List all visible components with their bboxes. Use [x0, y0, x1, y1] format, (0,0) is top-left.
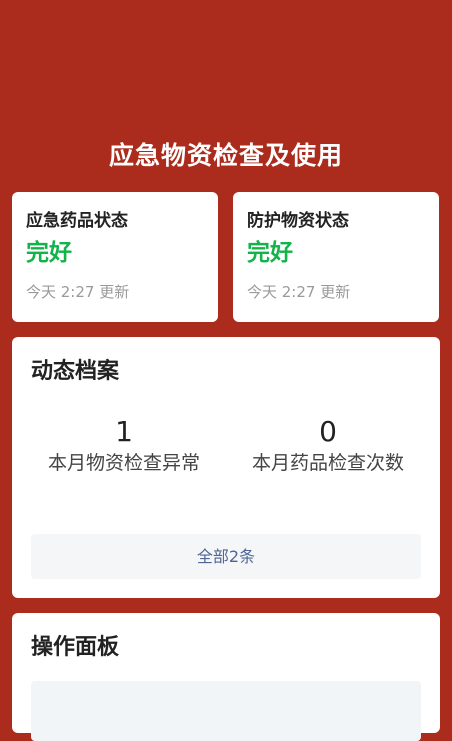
records-title: 动态档案: [31, 359, 120, 384]
medicine-status-title: 应急药品状态: [26, 211, 128, 231]
medicine-status-value: 完好: [26, 240, 72, 266]
page-title: 应急物资检查及使用: [108, 141, 343, 170]
medicine-check-stat[interactable]: 0 本月药品检查次数: [243, 415, 413, 475]
protective-status-title: 防护物资状态: [247, 211, 349, 231]
medicine-check-label: 本月药品检查次数: [251, 452, 404, 474]
dynamic-records-card: 动态档案 1 本月物资检查异常 0 本月药品检查次数 全部2条: [12, 337, 440, 598]
operation-panel-card: 操作面板: [12, 613, 440, 741]
protective-status-card[interactable]: 防护物资状态 完好 今天 2:27 更新: [233, 192, 439, 322]
protective-status-updated: 今天 2:27 更新: [247, 283, 351, 301]
medicine-status-card[interactable]: 应急药品状态 完好 今天 2:27 更新: [12, 192, 218, 322]
panel-title: 操作面板: [31, 635, 120, 660]
supply-anomaly-label: 本月物资检查异常: [47, 452, 200, 474]
panel-action-area[interactable]: [31, 681, 421, 741]
medicine-status-updated: 今天 2:27 更新: [26, 283, 130, 301]
supply-anomaly-stat[interactable]: 1 本月物资检查异常: [39, 415, 209, 475]
medicine-check-count: 0: [319, 415, 337, 448]
view-all-button[interactable]: 全部2条: [31, 534, 421, 579]
protective-status-value: 完好: [247, 240, 293, 266]
supply-anomaly-count: 1: [115, 415, 133, 448]
